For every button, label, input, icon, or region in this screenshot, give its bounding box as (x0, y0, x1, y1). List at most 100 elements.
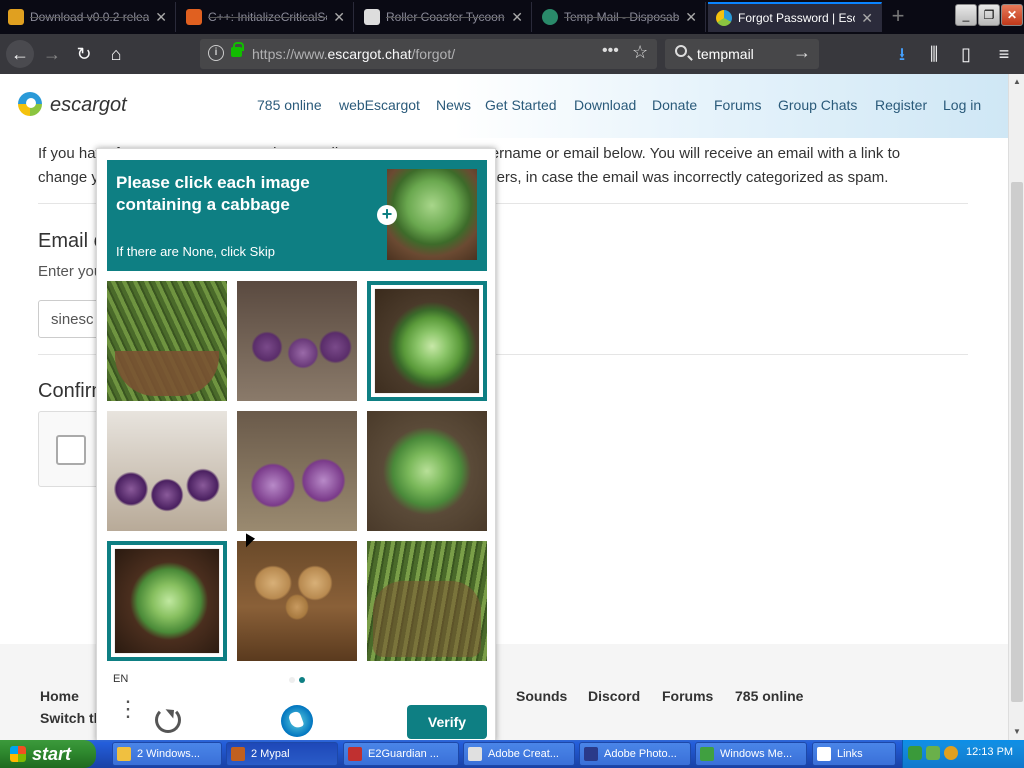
nav-group-chats[interactable]: Group Chats (778, 97, 857, 113)
tab-close-icon[interactable]: ✕ (333, 9, 345, 26)
taskbar-item-mypal[interactable]: 2 Mypal (226, 742, 338, 766)
taskbar-item-label: 2 Mypal (251, 748, 290, 760)
captcha-tile-4[interactable] (107, 411, 227, 531)
footer-discord-link[interactable]: Discord (588, 688, 640, 704)
nav-forums[interactable]: Forums (714, 97, 761, 113)
footer-online-count[interactable]: 785 online (735, 688, 803, 704)
tab-download[interactable]: Download v0.0.2 relea ✕ (0, 2, 176, 32)
page-indicator-dot-active (299, 677, 305, 683)
captcha-tile-7-selected[interactable] (107, 541, 227, 661)
network-tray-icon[interactable] (908, 746, 922, 760)
tab-roller-coaster[interactable]: Roller Coaster Tycoon ✕ (356, 2, 532, 32)
search-bar[interactable]: tempmail → (665, 39, 819, 69)
sidebar-icon[interactable]: ▯ (952, 40, 980, 68)
tab-label: Roller Coaster Tycoon (386, 10, 505, 24)
nav-online-count[interactable]: 785 online (257, 97, 322, 113)
refresh-challenge-icon[interactable] (155, 707, 181, 733)
minimize-button[interactable]: _ (955, 4, 977, 26)
asparagus-image (367, 541, 487, 661)
tab-cpp[interactable]: C++: InitializeCriticalSe ✕ (178, 2, 354, 32)
photoshop-icon (584, 747, 598, 761)
nav-webescargot[interactable]: webEscargot (339, 97, 420, 113)
taskbar-item-photoshop[interactable]: Adobe Photo... (579, 742, 691, 766)
page-actions-icon[interactable]: ••• (602, 42, 619, 60)
search-go-arrow-icon[interactable]: → (793, 42, 811, 63)
url-text[interactable]: https://www.escargot.chat/forgot/ (252, 46, 455, 62)
bookmark-star-icon[interactable]: ☆ (632, 42, 648, 63)
mypal-icon (231, 747, 245, 761)
nav-news[interactable]: News (436, 97, 471, 113)
taskbar-item-adobe-creative[interactable]: Adobe Creat... (463, 742, 575, 766)
scroll-down-arrow-icon[interactable]: ▼ (1009, 724, 1024, 740)
scroll-up-arrow-icon[interactable]: ▲ (1009, 74, 1024, 90)
escargot-logo-icon[interactable] (18, 92, 42, 116)
taskbar-item-e2guardian[interactable]: E2Guardian ... (343, 742, 459, 766)
captcha-tile-8[interactable] (237, 541, 357, 661)
captcha-tile-2[interactable] (237, 281, 357, 401)
e2guardian-icon (348, 747, 362, 761)
nav-donate[interactable]: Donate (652, 97, 697, 113)
restore-button[interactable]: ❐ (978, 4, 1000, 26)
verify-button[interactable]: Verify (407, 705, 487, 739)
captcha-tile-3-selected[interactable] (367, 281, 487, 401)
tab-favicon-icon (716, 10, 732, 26)
site-header: escargot 785 online webEscargot News Get… (0, 74, 1008, 138)
home-icon[interactable]: ⌂ (102, 40, 130, 68)
library-icon[interactable]: ⫼ (920, 40, 948, 68)
nav-get-started[interactable]: Get Started (485, 97, 557, 113)
taskbar-item-windows-messenger[interactable]: Windows Me... (695, 742, 807, 766)
onion-image (237, 411, 357, 531)
tab-close-icon[interactable]: ✕ (861, 10, 873, 27)
captcha-tile-6[interactable] (367, 411, 487, 531)
lock-icon (231, 42, 244, 57)
tab-close-icon[interactable]: ✕ (511, 9, 523, 26)
taskbar-clock: 12:13 PM (966, 746, 1014, 758)
app-tray-icon[interactable] (926, 746, 940, 760)
tab-close-icon[interactable]: ✕ (155, 9, 167, 26)
taskbar-item-windows[interactable]: 2 Windows... (112, 742, 222, 766)
tab-forgot-password[interactable]: Forgot Password | Escar ✕ (708, 2, 882, 32)
search-tray-icon[interactable] (944, 746, 958, 760)
potato-image (237, 541, 357, 661)
captcha-tile-1[interactable] (107, 281, 227, 401)
menu-icon[interactable]: ≡ (990, 40, 1018, 68)
search-input[interactable]: tempmail (697, 46, 754, 62)
footer-sounds-link[interactable]: Sounds (516, 688, 567, 704)
tab-label: Temp Mail - Disposable (564, 10, 680, 24)
hcaptcha-logo-icon[interactable] (281, 705, 313, 737)
taskbar-item-label: 2 Windows... (137, 748, 200, 760)
nav-register[interactable]: Register (875, 97, 927, 113)
captcha-checkbox[interactable] (56, 435, 86, 465)
language-selector[interactable]: EN (113, 673, 128, 685)
captcha-tile-9[interactable] (367, 541, 487, 661)
messenger-icon (700, 747, 714, 761)
cabbage-image (367, 411, 487, 531)
footer-home-link[interactable]: Home (40, 688, 79, 704)
taskbar-links-toolbar[interactable]: Links (812, 742, 896, 766)
nav-download[interactable]: Download (574, 97, 636, 113)
url-bar[interactable]: i https://www.escargot.chat/forgot/ ••• … (200, 39, 657, 69)
forward-arrow-icon[interactable]: → (38, 40, 66, 68)
tab-temp-mail[interactable]: Temp Mail - Disposable ✕ (534, 2, 706, 32)
new-tab-button[interactable]: + (884, 4, 912, 30)
taskbar-item-label: E2Guardian ... (368, 748, 439, 760)
taskbar-item-label: Adobe Photo... (604, 748, 677, 760)
example-cabbage-image[interactable] (387, 169, 477, 260)
tab-close-icon[interactable]: ✕ (685, 9, 697, 26)
captcha-tile-5[interactable] (237, 411, 357, 531)
back-arrow-icon[interactable]: ← (6, 40, 34, 68)
vertical-scrollbar[interactable]: ▲ ▼ (1008, 74, 1024, 740)
download-icon[interactable]: ⭳ (888, 40, 916, 68)
footer-forums-link[interactable]: Forums (662, 688, 713, 704)
captcha-menu-icon[interactable]: ⋮ (117, 698, 139, 731)
scrollbar-thumb[interactable] (1011, 182, 1023, 702)
expand-example-plus-icon[interactable]: + (377, 205, 397, 225)
start-button[interactable]: start (0, 740, 96, 768)
reload-icon[interactable]: ↻ (70, 40, 98, 68)
tab-strip: Download v0.0.2 relea ✕ C++: InitializeC… (0, 0, 1024, 34)
close-window-button[interactable]: ✕ (1001, 4, 1023, 26)
nav-log-in[interactable]: Log in (943, 97, 981, 113)
site-logo-text[interactable]: escargot (50, 94, 127, 117)
tab-label: Download v0.0.2 relea (30, 10, 150, 24)
info-icon[interactable]: i (208, 45, 224, 61)
